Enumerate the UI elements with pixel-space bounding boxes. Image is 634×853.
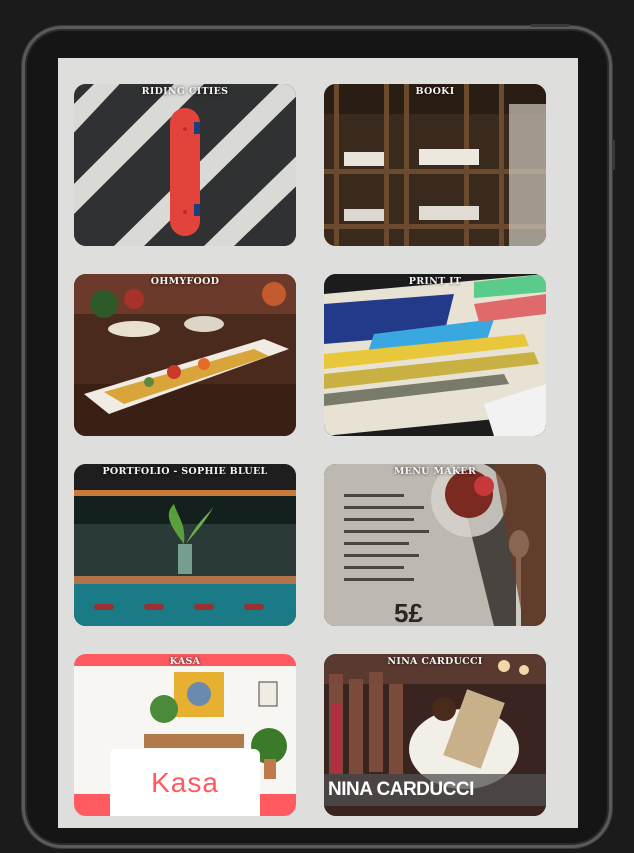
kasa-logo: Kasa: [110, 749, 260, 816]
menu-maker-image: 5£: [324, 464, 546, 626]
project-title: PRINT IT: [408, 276, 462, 287]
volume-button: [612, 140, 615, 170]
project-title: NINA CARDUCCI: [387, 656, 483, 667]
ohmyfood-image: [74, 274, 296, 436]
riding-cities-image: [74, 84, 296, 246]
project-card-portfolio-sophie-bluel[interactable]: PORTFOLIO - SOPHIE BLUEL: [74, 464, 296, 626]
project-gallery: RIDING CITIES BOOKI OHMYFOOD PRINT IT PO…: [74, 84, 546, 816]
project-title: OHMYFOOD: [150, 276, 220, 287]
project-title: PORTFOLIO - SOPHIE BLUEL: [102, 466, 268, 477]
svg-text:5£: 5£: [394, 598, 423, 626]
project-title: KASA: [169, 656, 201, 667]
power-button: [530, 24, 570, 27]
project-title: BOOKI: [415, 86, 455, 97]
project-card-menu-maker[interactable]: 5£ MENU MAKER: [324, 464, 546, 626]
portfolio-sophie-bluel-image: [74, 464, 296, 626]
project-title: MENU MAKER: [393, 466, 477, 477]
project-card-kasa[interactable]: KASA Kasa: [74, 654, 296, 816]
project-card-print-it[interactable]: PRINT IT: [324, 274, 546, 436]
project-card-nina-carducci[interactable]: NINA CARDUCCI NINA CARDUCCI: [324, 654, 546, 816]
nina-carducci-banner: NINA CARDUCCI: [324, 774, 546, 806]
project-card-riding-cities[interactable]: RIDING CITIES: [74, 84, 296, 246]
print-it-image: [324, 274, 546, 436]
booki-image: [324, 84, 546, 246]
project-card-ohmyfood[interactable]: OHMYFOOD: [74, 274, 296, 436]
project-title: RIDING CITIES: [141, 86, 229, 97]
screen: RIDING CITIES BOOKI OHMYFOOD PRINT IT PO…: [58, 58, 578, 828]
project-card-booki[interactable]: BOOKI: [324, 84, 546, 246]
